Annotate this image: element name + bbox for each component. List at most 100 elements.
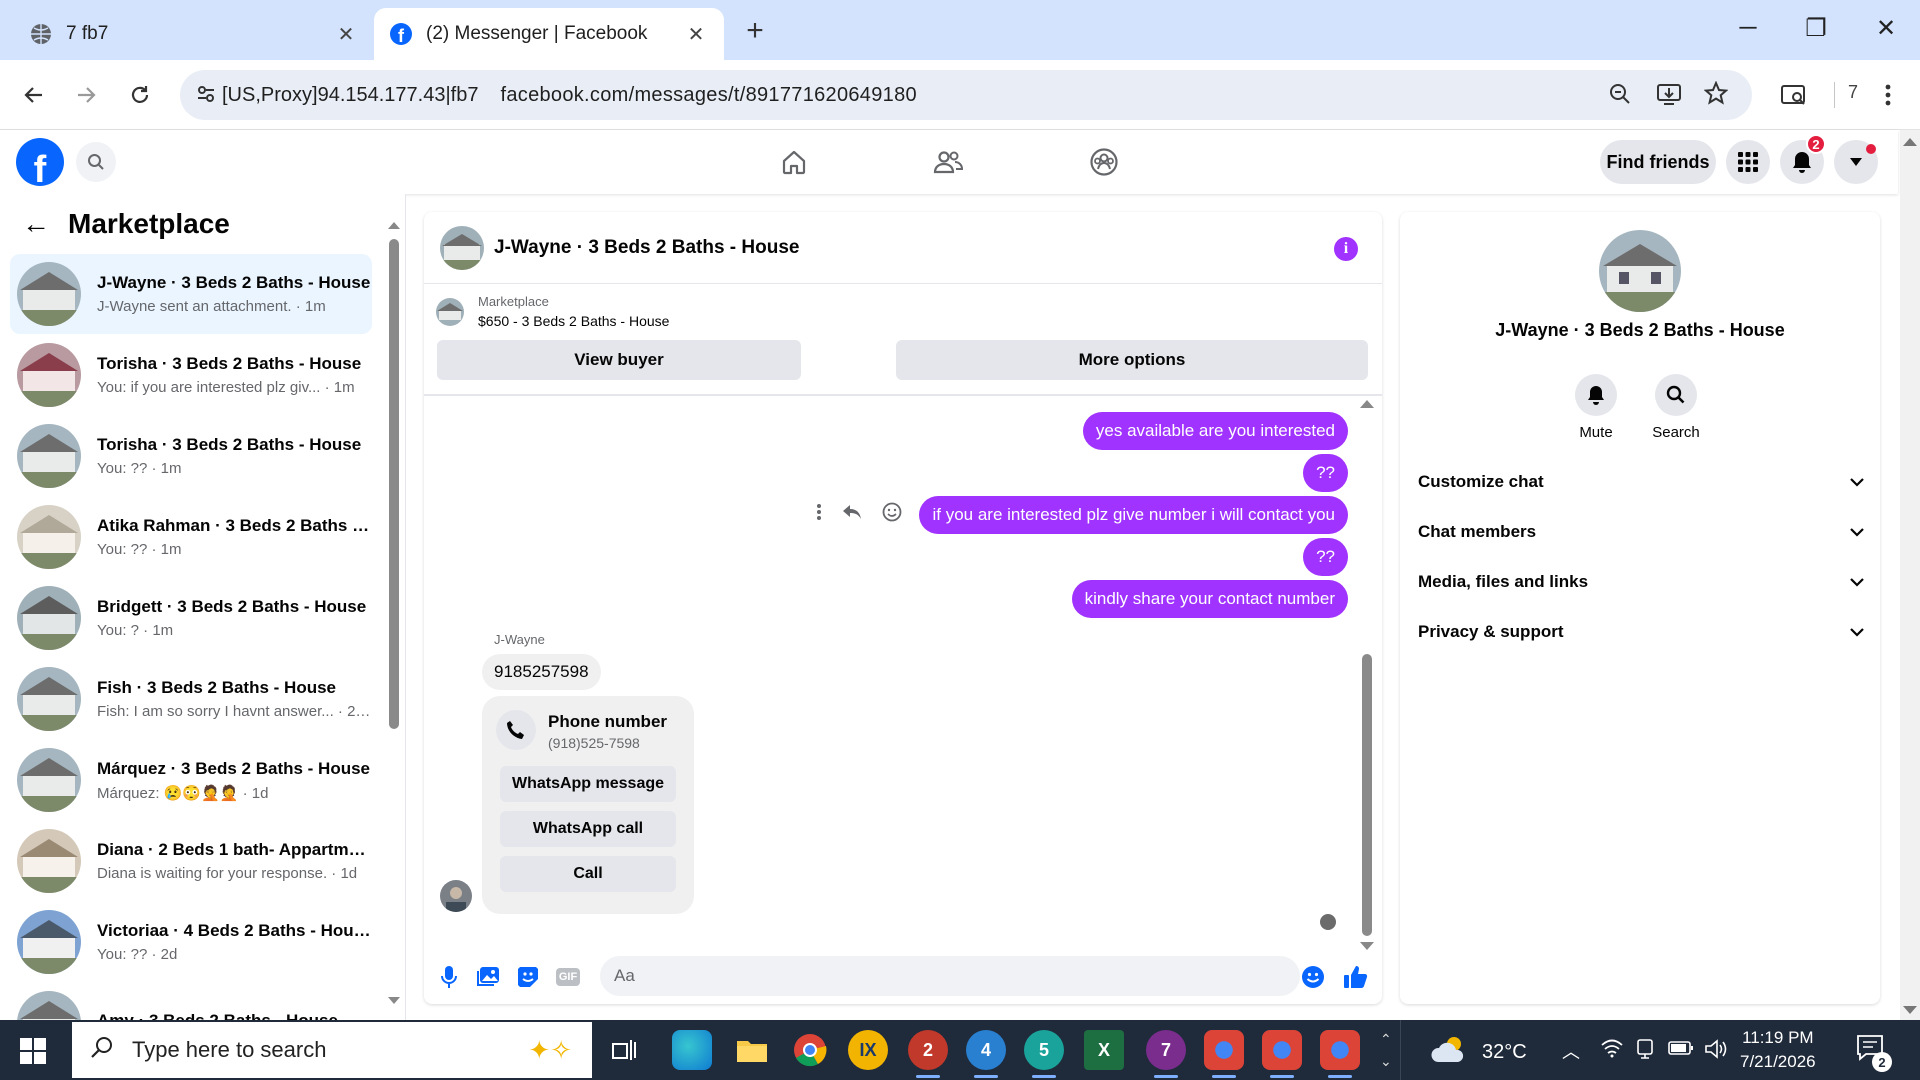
scroll-up-arrow[interactable] bbox=[1903, 138, 1917, 146]
friends-icon[interactable] bbox=[928, 142, 968, 182]
more-kebab-icon[interactable] bbox=[816, 503, 822, 526]
close-window-button[interactable]: ✕ bbox=[1866, 14, 1906, 43]
outgoing-message[interactable]: if you are interested plz give number i … bbox=[919, 496, 1348, 534]
incoming-message[interactable]: 9185257598 bbox=[482, 654, 601, 690]
scroll-up-arrow[interactable] bbox=[388, 222, 400, 229]
notification-center-icon[interactable]: 2 bbox=[1856, 1034, 1892, 1072]
media-files-links-section[interactable]: Media, files and links bbox=[1418, 562, 1864, 602]
outgoing-message[interactable]: yes available are you interested bbox=[1082, 412, 1348, 450]
customize-chat-section[interactable]: Customize chat bbox=[1418, 462, 1864, 502]
restore-button[interactable]: ❐ bbox=[1796, 14, 1836, 43]
conversation-item[interactable]: Amy · 3 Beds 2 Baths - House bbox=[10, 983, 372, 1020]
chrome-profile-icon[interactable] bbox=[1262, 1030, 1302, 1078]
privacy-support-section[interactable]: Privacy & support bbox=[1418, 612, 1864, 652]
clock[interactable]: 11:19 PM 7/21/2026 bbox=[1740, 1026, 1816, 1074]
forward-icon[interactable] bbox=[68, 77, 104, 113]
marketplace-listing-row[interactable]: Marketplace $650 - 3 Beds 2 Baths - Hous… bbox=[436, 294, 669, 329]
home-icon[interactable] bbox=[774, 142, 814, 182]
thumbs-up-icon[interactable] bbox=[1342, 964, 1368, 990]
conversation-item[interactable]: Torisha · 3 Beds 2 Baths - House You: if … bbox=[10, 335, 372, 415]
excel-icon[interactable]: X bbox=[1084, 1030, 1124, 1070]
facebook-logo[interactable]: f bbox=[16, 138, 64, 186]
microphone-icon[interactable] bbox=[436, 964, 462, 990]
outgoing-message[interactable]: ?? bbox=[1303, 454, 1348, 492]
scroll-thumb[interactable] bbox=[1362, 654, 1372, 936]
find-friends-button[interactable]: Find friends bbox=[1600, 140, 1716, 184]
profile-browser-icon[interactable]: 4 bbox=[966, 1030, 1006, 1078]
profile-badge[interactable]: 7 bbox=[1848, 82, 1858, 103]
tab-messenger[interactable]: f (2) Messenger | Facebook ✕ bbox=[374, 8, 724, 60]
info-icon[interactable]: i bbox=[1334, 237, 1358, 261]
notifications-bell-icon[interactable]: 2 bbox=[1780, 134, 1826, 184]
conversation-item[interactable]: Márquez · 3 Beds 2 Baths - House Márquez:… bbox=[10, 740, 372, 820]
more-options-button[interactable]: More options bbox=[896, 340, 1368, 380]
groups-icon[interactable] bbox=[1084, 142, 1124, 182]
conversation-scrollbar[interactable] bbox=[388, 222, 400, 1012]
tray-chevron-up-icon[interactable]: ︿ bbox=[1562, 1038, 1580, 1064]
close-tab-icon[interactable]: ✕ bbox=[684, 22, 708, 47]
whatsapp-message-button[interactable]: WhatsApp message bbox=[500, 766, 676, 802]
gif-icon[interactable]: GIF bbox=[555, 964, 581, 990]
react-emoji-icon[interactable] bbox=[882, 502, 902, 527]
volume-icon[interactable] bbox=[1704, 1038, 1728, 1065]
ixbrowser-icon[interactable]: IX bbox=[848, 1030, 888, 1070]
profile-browser-icon[interactable]: 2 bbox=[908, 1030, 948, 1078]
chat-title[interactable]: J-Wayne · 3 Beds 2 Baths - House bbox=[494, 237, 799, 259]
page-scrollbar[interactable] bbox=[1900, 130, 1920, 1020]
minimize-button[interactable]: ─ bbox=[1728, 14, 1768, 42]
whatsapp-call-button[interactable]: WhatsApp call bbox=[500, 811, 676, 847]
battery-icon[interactable] bbox=[1668, 1040, 1694, 1061]
contact-avatar[interactable] bbox=[1599, 230, 1681, 312]
url-text[interactable]: facebook.com/messages/t/891771620649180 bbox=[500, 84, 916, 107]
profile-browser-icon[interactable]: 7 bbox=[1146, 1030, 1186, 1078]
weather-widget[interactable]: 32°C bbox=[1430, 1034, 1527, 1070]
conversation-item[interactable]: Atika Rahman · 3 Beds 2 Baths - House You… bbox=[10, 497, 372, 577]
chat-scrollbar[interactable] bbox=[1360, 400, 1374, 950]
outgoing-message[interactable]: kindly share your contact number bbox=[1071, 580, 1348, 618]
windows-start-icon[interactable] bbox=[20, 1038, 46, 1064]
conversation-item[interactable]: Fish · 3 Beds 2 Baths - House Fish: I am … bbox=[10, 659, 372, 739]
tab-search-icon[interactable] bbox=[1776, 77, 1812, 113]
reply-icon[interactable] bbox=[842, 503, 862, 526]
new-tab-button[interactable]: + bbox=[738, 14, 772, 48]
bookmark-star-icon[interactable] bbox=[1703, 80, 1729, 111]
profile-browser-icon[interactable]: 5 bbox=[1024, 1030, 1064, 1078]
chat-avatar[interactable] bbox=[440, 225, 484, 270]
conversation-item[interactable]: Bridgett · 3 Beds 2 Baths - House You: ? … bbox=[10, 578, 372, 658]
back-arrow-icon[interactable]: ← bbox=[22, 208, 50, 240]
back-icon[interactable] bbox=[16, 77, 52, 113]
menu-kebab-icon[interactable] bbox=[1870, 77, 1906, 113]
photo-icon[interactable] bbox=[475, 964, 501, 990]
search-action[interactable]: Search bbox=[1636, 374, 1716, 441]
emoji-icon[interactable] bbox=[1300, 964, 1326, 990]
conversation-item[interactable]: Diana · 2 Beds 1 bath- Appartment Diana i… bbox=[10, 821, 372, 901]
scroll-up-arrow[interactable] bbox=[1360, 400, 1374, 408]
view-buyer-button[interactable]: View buyer bbox=[437, 340, 801, 380]
edge-icon[interactable] bbox=[672, 1030, 712, 1070]
close-tab-icon[interactable]: ✕ bbox=[334, 22, 358, 47]
conversation-item[interactable]: J-Wayne · 3 Beds 2 Baths - House J-Wayne … bbox=[10, 254, 372, 334]
chrome-icon[interactable] bbox=[790, 1030, 830, 1070]
install-app-icon[interactable] bbox=[1656, 82, 1682, 112]
tab-fb7[interactable]: 7 fb7 ✕ bbox=[14, 8, 374, 60]
scroll-down-arrow[interactable] bbox=[388, 997, 400, 1004]
search-icon[interactable] bbox=[1655, 374, 1697, 416]
reload-icon[interactable] bbox=[122, 77, 158, 113]
menu-grid-icon[interactable] bbox=[1726, 140, 1770, 184]
zoom-icon[interactable] bbox=[1608, 82, 1632, 112]
taskbar-scroll-arrows[interactable]: ⌃ ⌄ bbox=[1380, 1028, 1392, 1072]
conversation-item[interactable]: Victoriaa · 4 Beds 2 Baths - House You: ?… bbox=[10, 902, 372, 982]
site-settings-icon[interactable] bbox=[196, 84, 216, 110]
scroll-down-arrow[interactable] bbox=[1903, 1006, 1917, 1014]
message-input[interactable] bbox=[600, 956, 1300, 996]
scroll-thumb[interactable] bbox=[389, 239, 399, 729]
file-explorer-icon[interactable] bbox=[732, 1030, 772, 1070]
chrome-profile-icon[interactable] bbox=[1320, 1030, 1360, 1078]
chrome-profile-icon[interactable] bbox=[1204, 1030, 1244, 1078]
mute-action[interactable]: Mute bbox=[1556, 374, 1636, 441]
conversation-item[interactable]: Torisha · 3 Beds 2 Baths - House You: ?? … bbox=[10, 416, 372, 496]
sender-avatar[interactable] bbox=[440, 880, 472, 912]
chat-members-section[interactable]: Chat members bbox=[1418, 512, 1864, 552]
bell-icon[interactable] bbox=[1575, 374, 1617, 416]
call-button[interactable]: Call bbox=[500, 856, 676, 892]
